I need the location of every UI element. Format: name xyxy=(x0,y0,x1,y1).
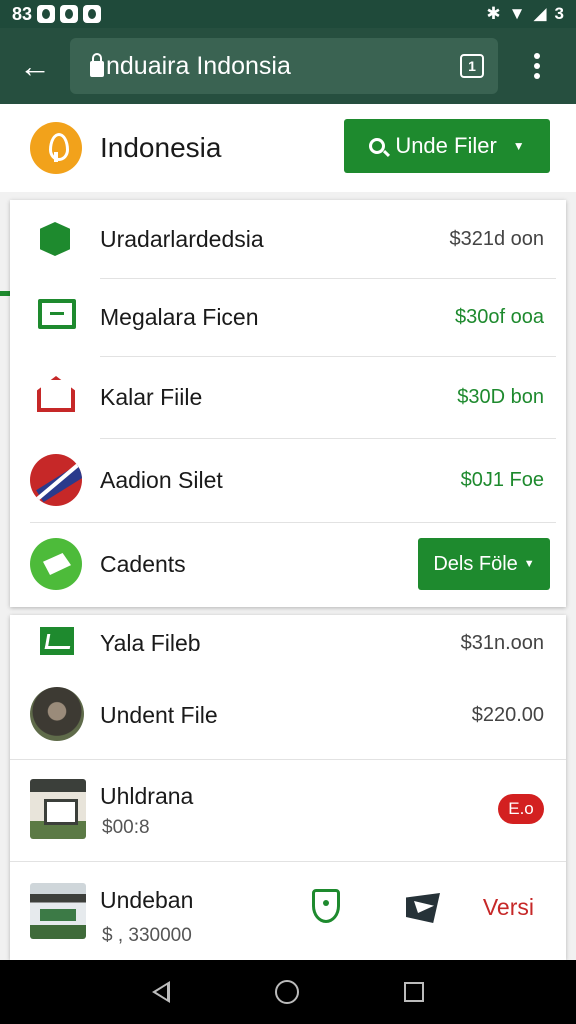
send-icon[interactable] xyxy=(406,893,440,923)
versi-link[interactable]: Versi xyxy=(483,894,534,921)
list-item[interactable]: Undeban $ , 330000 Versi xyxy=(10,861,566,960)
notification-icon xyxy=(60,5,79,23)
item-action-button[interactable]: Dels Föle ▼ xyxy=(418,538,550,590)
status-right: ✱ ▼ ◢ 3 xyxy=(486,4,564,24)
tabs-icon[interactable]: 1 xyxy=(460,54,484,78)
mail-icon xyxy=(40,627,74,655)
item-name: Megalara Ficen xyxy=(100,303,259,330)
status-time: 83 xyxy=(12,3,33,24)
menu-dot xyxy=(534,63,540,69)
overflow-menu-button[interactable] xyxy=(498,28,576,104)
list-item[interactable]: Cadents Dels Föle ▼ xyxy=(10,522,566,607)
signal-icon: ◢ xyxy=(533,4,547,23)
item-name: Undeban xyxy=(100,887,194,913)
list-item[interactable]: Yala Fileb $31n.oon xyxy=(10,615,566,671)
nav-home-icon[interactable] xyxy=(274,980,299,1004)
item-subtitle: $00:8 xyxy=(102,817,150,838)
chevron-down-icon: ▼ xyxy=(523,558,535,570)
location-pin-icon[interactable] xyxy=(312,889,340,923)
list-card-bottom: Yala Fileb $31n.oon Undent File $220.00 … xyxy=(10,615,566,960)
item-name: Uradarlardedsia xyxy=(100,225,264,252)
lock-icon xyxy=(90,53,104,77)
nav-recents-icon[interactable] xyxy=(403,982,424,1002)
nav-back-icon[interactable] xyxy=(152,981,171,1003)
item-name: Yala Fileb xyxy=(100,629,201,656)
house-thumbnail xyxy=(30,779,86,839)
item-name: Undent File xyxy=(100,701,218,728)
filter-button[interactable]: Unde Filer ▼ xyxy=(344,119,550,173)
menu-dot xyxy=(534,53,540,59)
arrow-left-icon: ← xyxy=(19,47,51,84)
list-card-top: Uradarlardedsia $321d oon Megalara Ficen… xyxy=(10,200,566,607)
building-thumbnail xyxy=(30,883,86,939)
item-action-label: Dels Föle xyxy=(433,552,518,575)
battery-text: 3 xyxy=(554,4,564,23)
menu-dot xyxy=(534,73,540,79)
app-bar: ← nduaira Indonsia 1 xyxy=(0,28,576,104)
list-item[interactable]: Megalara Ficen $30of ooa xyxy=(10,278,566,356)
bluetooth-icon: ✱ xyxy=(486,4,501,23)
search-icon xyxy=(369,138,386,154)
house-icon xyxy=(37,376,75,412)
card-icon xyxy=(38,299,76,329)
photo-avatar xyxy=(30,687,84,741)
item-name: Kalar Fiile xyxy=(100,383,203,410)
item-name: Uhldrana xyxy=(100,783,194,809)
back-button[interactable]: ← xyxy=(0,28,70,104)
notification-icon xyxy=(83,5,102,23)
list-item[interactable]: Kalar Fiile $30D bon xyxy=(10,356,566,438)
item-price: $30of ooa xyxy=(455,305,544,328)
page-header: Indonesia Unde Filer ▼ xyxy=(0,104,576,296)
list-item[interactable]: Aadion Silet $0J1 Foe xyxy=(10,438,566,522)
box-icon xyxy=(40,222,70,256)
brand-logo xyxy=(30,122,82,174)
url-bar[interactable]: nduaira Indonsia 1 xyxy=(70,38,498,94)
status-bar: 83 ✱ ▼ ◢ 3 xyxy=(0,0,576,28)
page-title: Indonesia xyxy=(100,132,222,163)
leaf-icon xyxy=(30,538,82,590)
notification-icon xyxy=(37,5,56,23)
system-nav-bar xyxy=(0,960,576,1024)
chevron-down-icon: ▼ xyxy=(512,139,525,153)
flag-icon xyxy=(30,454,82,506)
item-price: $220.00 xyxy=(471,703,544,726)
url-text: nduaira Indonsia xyxy=(106,51,291,80)
item-price: $321d oon xyxy=(449,227,544,250)
item-subtitle: $ , 330000 xyxy=(102,925,192,946)
status-left: 83 xyxy=(12,3,102,25)
list-item[interactable]: Uhldrana $00:8 E.o xyxy=(10,759,566,859)
item-price: $31n.oon xyxy=(460,631,544,654)
list-item[interactable]: Undent File $220.00 xyxy=(10,671,566,759)
item-name: Aadion Silet xyxy=(100,466,223,493)
filter-button-label: Unde Filer xyxy=(395,133,497,158)
item-price: $0J1 Foe xyxy=(460,468,544,491)
status-badge: E.o xyxy=(498,794,544,824)
item-price: $30D bon xyxy=(457,385,544,408)
list-item[interactable]: Uradarlardedsia $321d oon xyxy=(10,200,566,278)
item-name: Cadents xyxy=(100,551,186,577)
wifi-icon: ▼ xyxy=(508,4,526,23)
